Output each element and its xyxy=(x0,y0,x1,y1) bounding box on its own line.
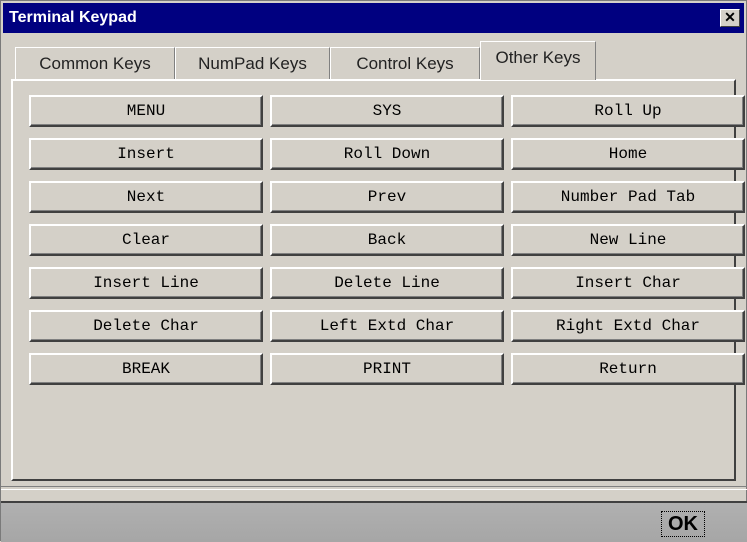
key-next-button[interactable]: Next xyxy=(29,181,263,213)
tab-control-keys[interactable]: Control Keys xyxy=(330,47,480,79)
key-back-button[interactable]: Back xyxy=(270,224,504,256)
key-roll-up-button[interactable]: Roll Up xyxy=(511,95,745,127)
tab-numpad-keys[interactable]: NumPad Keys xyxy=(175,47,330,79)
tab-common-keys[interactable]: Common Keys xyxy=(15,47,175,79)
divider xyxy=(1,486,747,490)
key-insert-line-button[interactable]: Insert Line xyxy=(29,267,263,299)
key-new-line-button[interactable]: New Line xyxy=(511,224,745,256)
tab-other-keys[interactable]: Other Keys xyxy=(480,41,596,80)
window-title: Terminal Keypad xyxy=(9,9,137,26)
key-insert-char-button[interactable]: Insert Char xyxy=(511,267,745,299)
key-roll-down-button[interactable]: Roll Down xyxy=(270,138,504,170)
key-prev-button[interactable]: Prev xyxy=(270,181,504,213)
key-home-button[interactable]: Home xyxy=(511,138,745,170)
key-number-pad-tab-button[interactable]: Number Pad Tab xyxy=(511,181,745,213)
key-menu-button[interactable]: MENU xyxy=(29,95,263,127)
key-clear-button[interactable]: Clear xyxy=(29,224,263,256)
key-insert-button[interactable]: Insert xyxy=(29,138,263,170)
key-right-extd-char-button[interactable]: Right Extd Char xyxy=(511,310,745,342)
key-return-button[interactable]: Return xyxy=(511,353,745,385)
key-delete-line-button[interactable]: Delete Line xyxy=(270,267,504,299)
key-left-extd-char-button[interactable]: Left Extd Char xyxy=(270,310,504,342)
key-delete-char-button[interactable]: Delete Char xyxy=(29,310,263,342)
close-button[interactable]: ✕ xyxy=(720,9,740,27)
title-bar: Terminal Keypad ✕ xyxy=(3,3,744,33)
bottom-bar: OK xyxy=(1,501,747,542)
key-break-button[interactable]: BREAK xyxy=(29,353,263,385)
terminal-keypad-window: Terminal Keypad ✕ Common Keys NumPad Key… xyxy=(0,0,747,542)
key-print-button[interactable]: PRINT xyxy=(270,353,504,385)
key-sys-button[interactable]: SYS xyxy=(270,95,504,127)
other-keys-panel: MENU SYS Roll Up Insert Roll Down Home Next Pre… xyxy=(11,79,745,481)
ok-button[interactable]: OK xyxy=(661,511,705,537)
